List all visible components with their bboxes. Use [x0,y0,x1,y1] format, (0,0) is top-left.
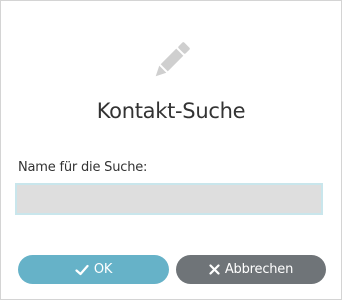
pencil-icon [155,42,190,77]
check-icon [75,264,89,275]
ok-button-label: OK [93,262,113,277]
cancel-button[interactable]: Abbrechen [176,255,326,284]
search-name-input[interactable] [15,183,323,215]
ok-button[interactable]: OK [18,255,169,284]
cancel-button-label: Abbrechen [224,262,294,277]
search-dialog: Kontakt-Suche Name für die Suche: OK Abb… [0,0,342,300]
dialog-title: Kontakt-Suche [96,99,246,123]
search-name-label: Name für die Suche: [18,160,148,175]
close-icon [209,264,220,275]
